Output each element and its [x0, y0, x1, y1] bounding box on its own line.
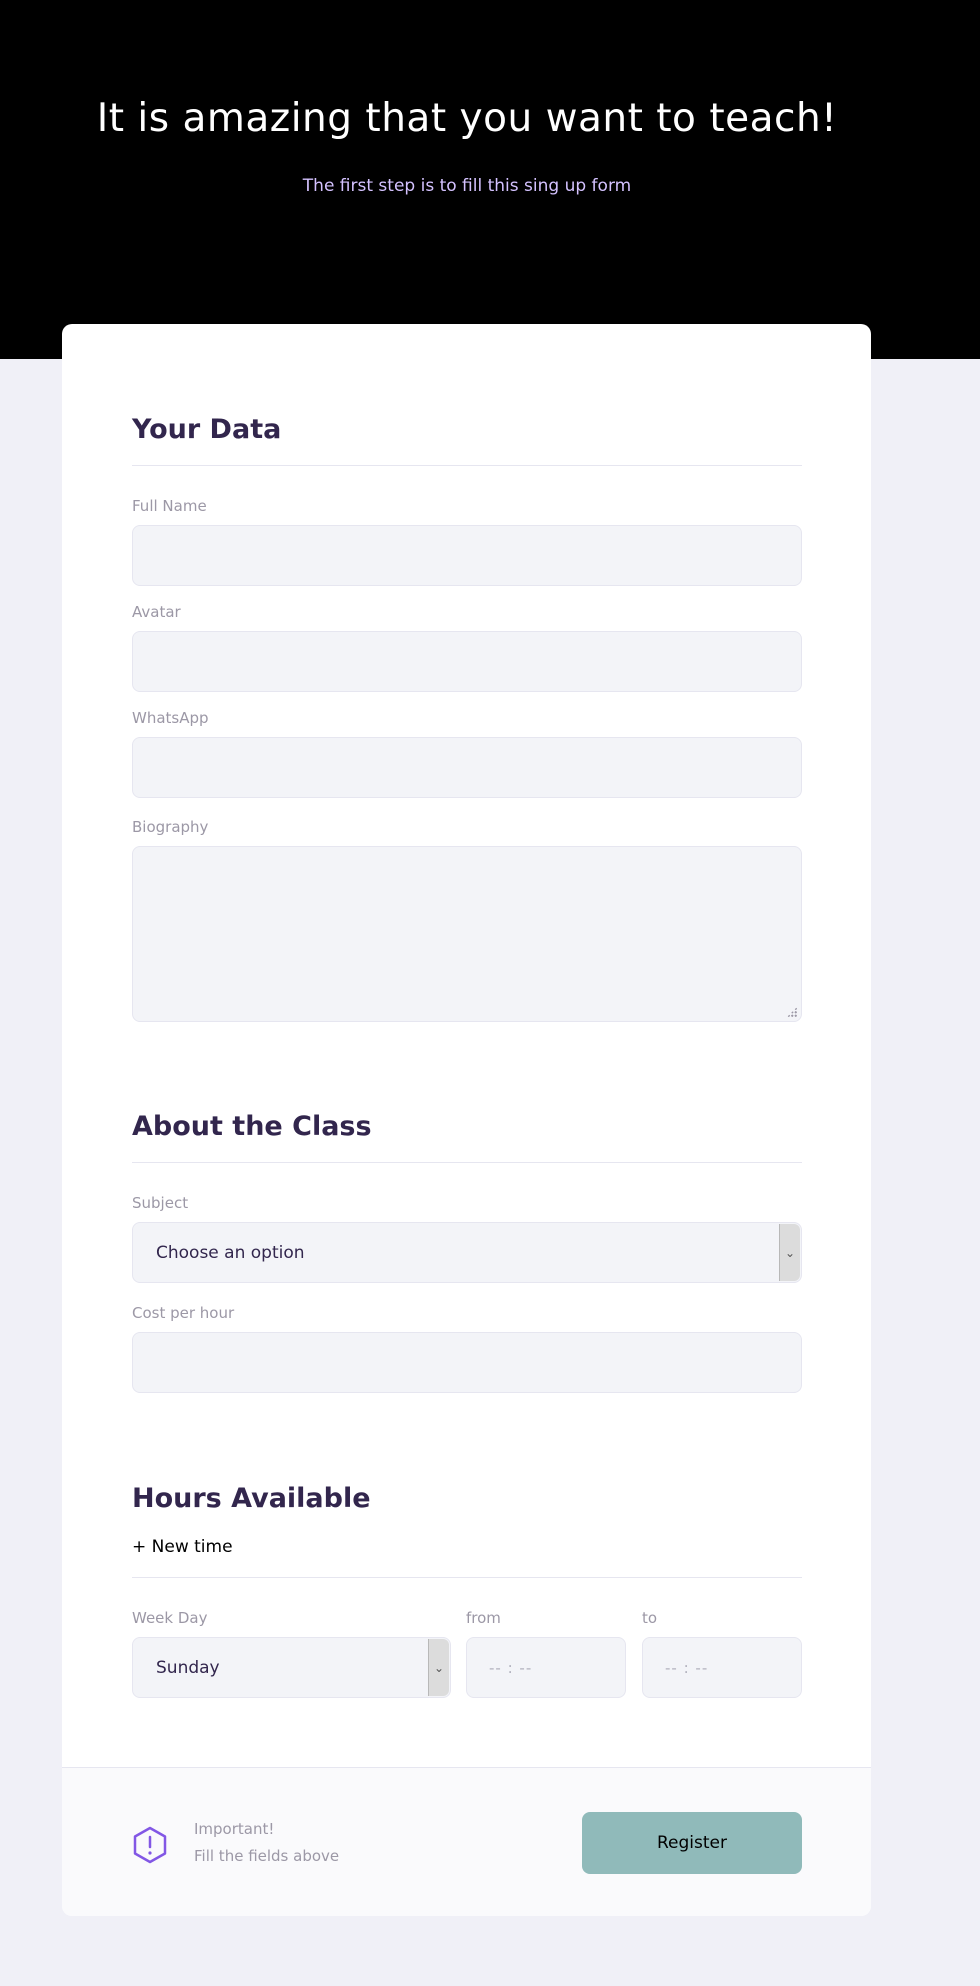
chevron-down-icon[interactable]: ⌄ [428, 1639, 449, 1696]
page-header: It is amazing that you want to teach! Th… [0, 0, 980, 359]
full-name-input[interactable] [132, 525, 802, 586]
chevron-down-icon[interactable]: ⌄ [779, 1224, 800, 1281]
avatar-label: Avatar [132, 603, 181, 621]
resize-grip-icon[interactable] [787, 1007, 797, 1017]
from-time-input[interactable]: -- : -- [466, 1637, 626, 1698]
about-class-title: About the Class [132, 1111, 372, 1142]
whatsapp-label: WhatsApp [132, 709, 209, 727]
from-label: from [466, 1609, 501, 1627]
to-label: to [642, 1609, 658, 1627]
important-label: Important! [194, 1820, 275, 1838]
to-time-placeholder: -- : -- [665, 1658, 709, 1677]
signup-form: Your Data Full Name Avatar WhatsApp Biog… [62, 324, 871, 1916]
your-data-title: Your Data [132, 414, 282, 445]
subject-label: Subject [132, 1194, 189, 1212]
to-time-input[interactable]: -- : -- [642, 1637, 802, 1698]
subject-selected-value: Choose an option [156, 1242, 305, 1263]
avatar-input[interactable] [132, 631, 802, 692]
subject-select[interactable]: Choose an option ⌄ [132, 1222, 802, 1283]
section-divider [132, 465, 802, 466]
cost-input[interactable] [132, 1332, 802, 1393]
cost-label: Cost per hour [132, 1304, 235, 1322]
new-time-button[interactable]: + New time [132, 1537, 233, 1557]
page-title: It is amazing that you want to teach! [96, 96, 838, 141]
register-button[interactable]: Register [582, 1812, 802, 1874]
whatsapp-input[interactable] [132, 737, 802, 798]
important-note: Fill the fields above [194, 1847, 340, 1865]
biography-textarea[interactable] [132, 846, 802, 1022]
week-day-select[interactable]: Sunday ⌄ [132, 1637, 451, 1698]
full-name-label: Full Name [132, 497, 207, 515]
week-day-selected-value: Sunday [156, 1657, 220, 1678]
form-footer: Important! Fill the fields above Registe… [62, 1767, 871, 1916]
from-time-placeholder: -- : -- [489, 1658, 533, 1677]
section-divider [132, 1162, 802, 1163]
warning-hexagon-icon [133, 1826, 167, 1864]
page-subtitle: The first step is to fill this sing up f… [302, 176, 632, 196]
biography-label: Biography [132, 818, 209, 836]
week-day-label: Week Day [132, 1609, 208, 1627]
hours-title: Hours Available [132, 1483, 371, 1514]
section-divider [132, 1577, 802, 1578]
